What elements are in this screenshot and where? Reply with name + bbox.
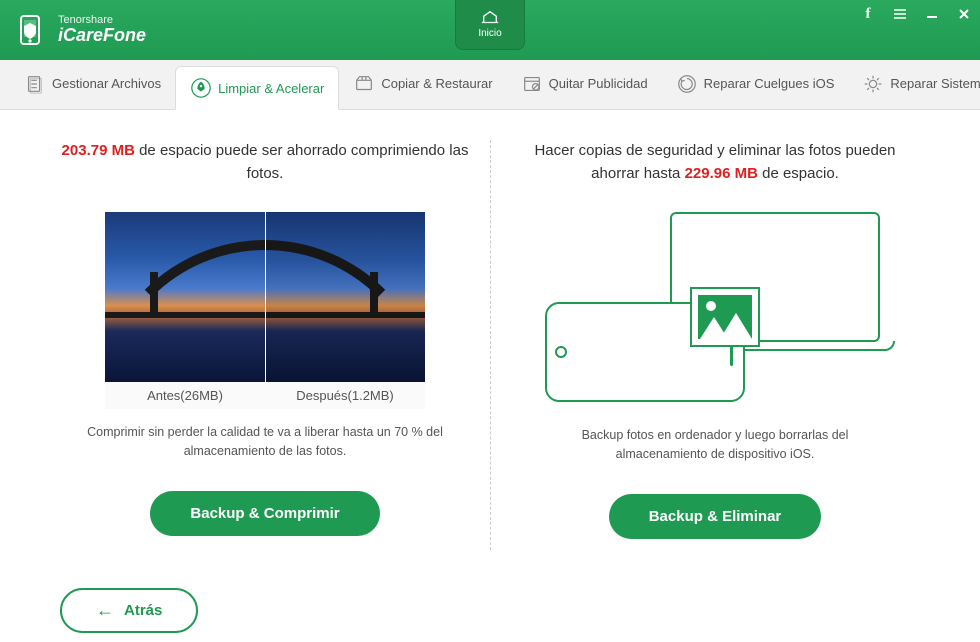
image-icon [690,287,760,347]
transfer-illustration [535,212,895,412]
after-label: Después(1.2MB) [265,382,425,409]
delete-column: Hacer copias de seguridad y eliminar las… [490,140,940,570]
home-button[interactable]: Inicio [455,0,525,50]
menu-icon[interactable] [892,6,908,22]
compress-desc: Comprimir sin perder la calidad te va a … [75,423,455,461]
footer: ← Atrás [0,570,980,633]
tab-label: Reparar Sistema Operativo [890,76,980,91]
compress-column: 203.79 MB de espacio puede ser ahorrado … [40,140,490,570]
tab-remove-ads[interactable]: Quitar Publicidad [507,60,662,109]
rocket-icon [190,77,212,99]
vertical-divider [490,140,491,550]
copy-icon [353,73,375,95]
app-logo: Tenorshare iCareFone [12,12,146,48]
app-name: iCareFone [58,26,146,46]
brand-text: Tenorshare [58,14,146,26]
tab-repair-os[interactable]: Reparar Sistema Operativo [848,60,980,109]
delete-desc: Backup fotos en ordenador y luego borrar… [525,426,905,464]
delete-headline: Hacer copias de seguridad y eliminar las… [510,140,920,190]
tab-label: Reparar Cuelgues iOS [704,76,835,91]
tab-fix-ios-stuck[interactable]: Reparar Cuelgues iOS [662,60,849,109]
tab-clean-speedup[interactable]: Limpiar & Acelerar [175,66,339,110]
content-area: 203.79 MB de espacio puede ser ahorrado … [0,110,980,570]
tab-manage-files[interactable]: Gestionar Archivos [10,60,175,109]
tab-label: Quitar Publicidad [549,76,648,91]
close-icon[interactable] [956,6,972,22]
window-controls: f [860,6,972,22]
bridge-photo [105,212,425,382]
tab-label: Limpiar & Acelerar [218,81,324,96]
tab-copy-restore[interactable]: Copiar & Restaurar [339,60,506,109]
tab-label: Gestionar Archivos [52,76,161,91]
backup-compress-button[interactable]: Backup & Comprimir [150,491,379,536]
phone-shield-icon [12,12,48,48]
delete-size: 229.96 MB [685,165,758,182]
titlebar: Tenorshare iCareFone Inicio f [0,0,980,60]
compress-size: 203.79 MB [62,142,135,159]
back-button[interactable]: ← Atrás [60,588,198,633]
arrow-left-icon: ← [96,600,114,621]
home-label: Inicio [478,28,501,39]
back-label: Atrás [124,602,162,619]
before-label: Antes(26MB) [105,382,265,409]
repair-ios-icon [676,73,698,95]
files-icon [24,73,46,95]
ad-block-icon [521,73,543,95]
photo-labels: Antes(26MB) Después(1.2MB) [105,382,425,409]
minimize-icon[interactable] [924,6,940,22]
tabbar: Gestionar Archivos Limpiar & Acelerar Co… [0,60,980,110]
photo-comparison: Antes(26MB) Después(1.2MB) [105,212,425,409]
tab-label: Copiar & Restaurar [381,76,492,91]
facebook-icon[interactable]: f [860,6,876,22]
compress-headline: 203.79 MB de espacio puede ser ahorrado … [60,140,470,190]
backup-delete-button[interactable]: Backup & Eliminar [609,494,822,539]
home-icon [481,10,499,26]
repair-os-icon [862,73,884,95]
